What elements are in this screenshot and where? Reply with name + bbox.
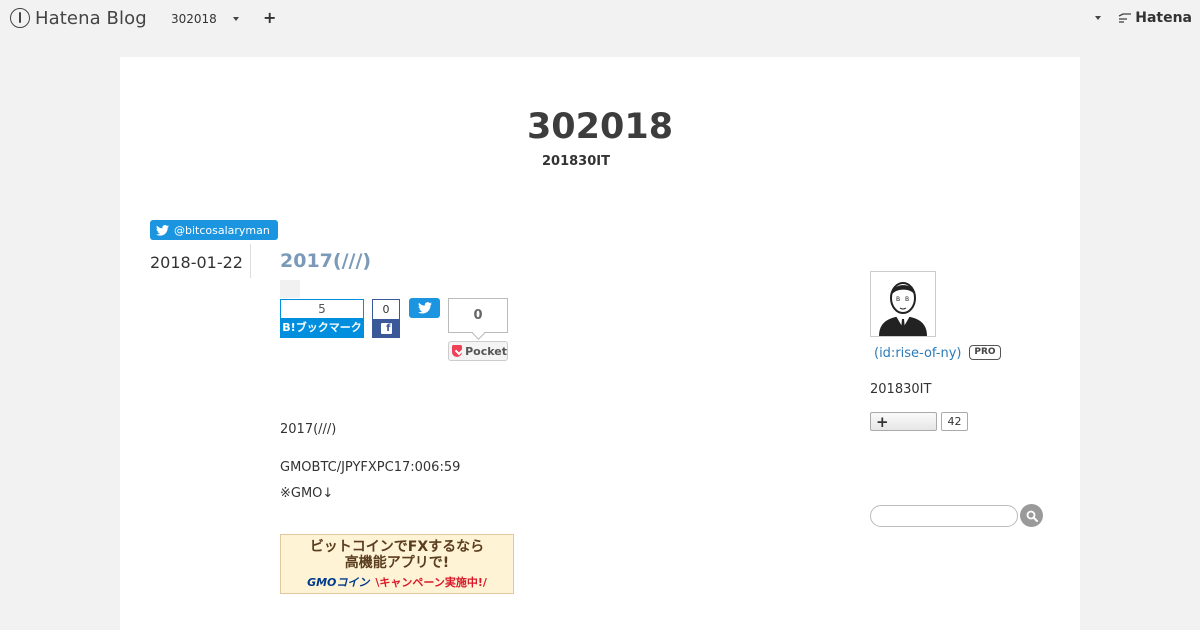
- hatena-bookmark-count: 5: [280, 299, 364, 318]
- twitter-bird-icon: [156, 224, 169, 236]
- chevron-down-icon[interactable]: [1095, 16, 1101, 20]
- entry-paragraph: 2017(///): [280, 422, 337, 437]
- facebook-share-count: 0: [372, 299, 400, 319]
- avatar-illustration-icon: B B: [879, 282, 927, 336]
- pro-badge: PRO: [969, 345, 1001, 360]
- banner-headline: ビットコインでFXするなら: [309, 539, 485, 555]
- entry-title[interactable]: 2017(///): [280, 250, 371, 272]
- blog-description: 201830IT: [542, 154, 610, 169]
- blog-switcher[interactable]: 302018: [171, 12, 217, 26]
- blog-container: 302018 201830IT @bitcosalaryman 2018-01-…: [120, 57, 1080, 630]
- new-post-plus-icon[interactable]: +: [263, 9, 276, 27]
- search-button[interactable]: [1020, 504, 1043, 527]
- search-input[interactable]: [870, 505, 1018, 527]
- twitter-bird-icon: [417, 302, 432, 314]
- profile-avatar[interactable]: B B: [870, 271, 936, 337]
- facebook-icon: f: [372, 319, 400, 338]
- svg-text:B: B: [896, 296, 900, 303]
- hatena-bookmark-label: B!ブックマーク: [280, 318, 364, 338]
- subscribe-button[interactable]: +: [870, 412, 937, 431]
- pocket-count: 0: [448, 298, 508, 333]
- banner-campaign: \キャンペーン実施中!/: [375, 576, 487, 589]
- entry-paragraph: GMOBTC/JPYFXPC17:006:59: [280, 460, 461, 475]
- search-icon: [1026, 510, 1038, 522]
- twitter-follow-button[interactable]: @bitcosalaryman: [150, 220, 278, 240]
- facebook-share-button[interactable]: 0 f: [372, 299, 400, 338]
- blog-title[interactable]: 302018: [120, 107, 1080, 147]
- hatena-logo-icon: [10, 8, 30, 28]
- subscriber-count: 42: [941, 412, 968, 431]
- pocket-label: Pocket: [465, 344, 507, 358]
- gmo-coin-ad-banner[interactable]: ビットコインでFXするなら 高機能アプリで! GMOコイン \キャンペーン実施中…: [280, 534, 514, 594]
- profile-id-link[interactable]: (id:rise-of-ny): [874, 346, 962, 361]
- entry-date[interactable]: 2018-01-22: [150, 253, 243, 272]
- svg-text:B: B: [905, 296, 909, 303]
- entry-category-placeholder: [280, 280, 300, 298]
- logo-text: Hatena Blog: [35, 7, 147, 29]
- plus-icon: +: [876, 413, 889, 431]
- pocket-save-button[interactable]: Pocket: [448, 341, 508, 361]
- twitter-handle: @bitcosalaryman: [174, 223, 270, 237]
- twitter-share-button[interactable]: [409, 298, 440, 318]
- global-header: Hatena Blog 302018 + Hatena: [0, 0, 1200, 38]
- hatena-blog-logo[interactable]: Hatena Blog: [10, 7, 147, 29]
- hatena-account-menu[interactable]: Hatena: [1118, 10, 1192, 26]
- date-divider: [250, 244, 251, 278]
- chevron-down-icon[interactable]: [233, 17, 239, 21]
- hatena-mark-icon: [1118, 13, 1132, 23]
- banner-subheadline: 高機能アプリで!: [344, 555, 450, 571]
- gmo-coin-logo: GMOコイン: [307, 576, 370, 589]
- profile-description: 201830IT: [870, 382, 932, 397]
- entry-paragraph: ※GMO↓: [280, 486, 334, 501]
- hatena-bookmark-button[interactable]: 5 B!ブックマーク: [280, 299, 364, 338]
- pocket-icon: [452, 345, 463, 357]
- hatena-brand-text: Hatena: [1135, 10, 1192, 26]
